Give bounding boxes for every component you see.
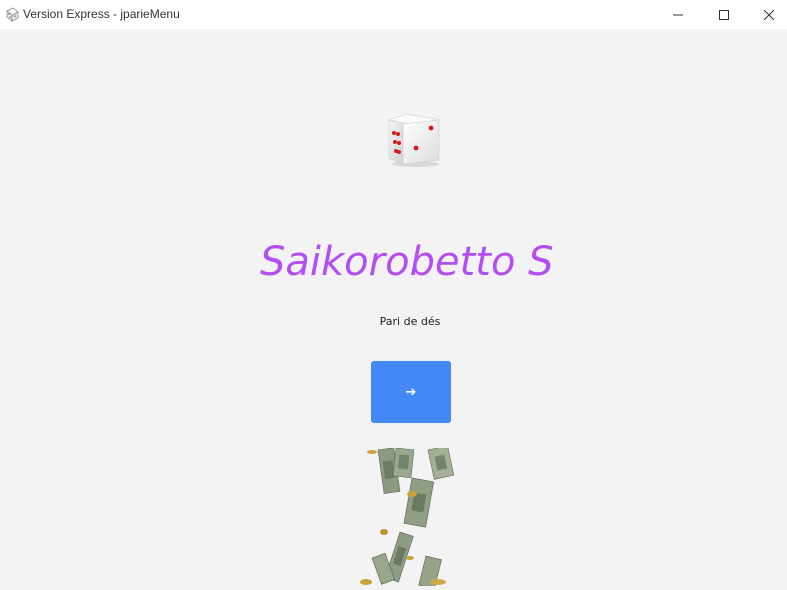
close-button[interactable] — [746, 0, 787, 29]
banknote — [427, 448, 455, 480]
maximize-icon — [719, 5, 729, 24]
headline-marquee: Saikorobetto S — [260, 232, 563, 292]
app-subtitle: Pari de dés — [379, 315, 441, 328]
close-icon — [763, 5, 775, 24]
minimize-icon — [673, 5, 683, 24]
dice-icon — [4, 6, 20, 22]
title-bar[interactable]: Version Express - jparieMenu — [0, 0, 787, 29]
money-rain-animation — [356, 448, 460, 586]
dice-icon — [383, 113, 443, 172]
banknote — [403, 477, 435, 528]
app-headline: Saikorobetto S — [260, 239, 554, 285]
arrow-right-icon: ➔ — [405, 384, 417, 400]
start-button[interactable]: ➔ — [371, 361, 451, 423]
app-window: Version Express - jparieMenu Saikorobett… — [0, 0, 787, 590]
dice-logo — [383, 110, 443, 168]
maximize-button[interactable] — [701, 0, 747, 29]
window-title: Version Express - jparieMenu — [23, 7, 180, 21]
banknote — [392, 448, 415, 479]
minimize-button[interactable] — [655, 0, 701, 29]
